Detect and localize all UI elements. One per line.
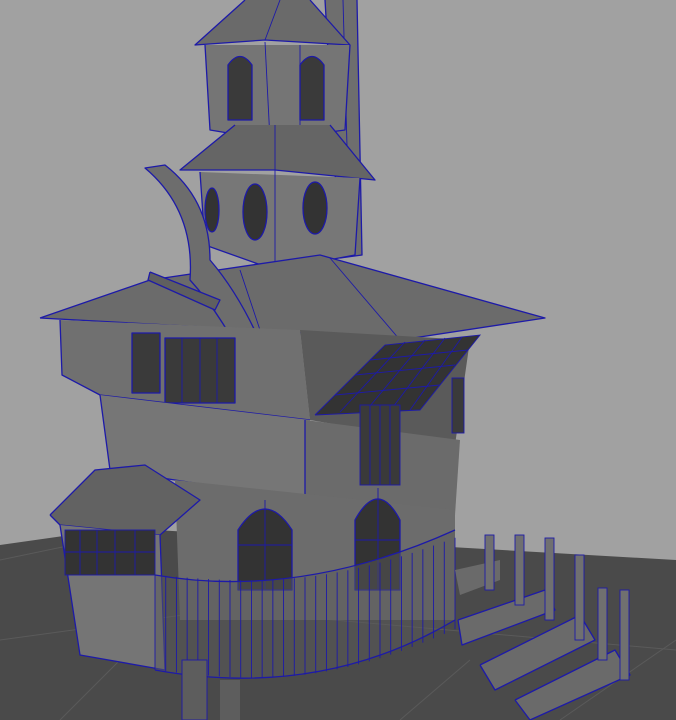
tree-house-model-wireframe-shaded[interactable] (0, 0, 676, 720)
stair-post (514, 534, 525, 606)
stair-post (597, 587, 608, 661)
3d-viewport[interactable] (0, 0, 676, 720)
stair-post (484, 534, 495, 591)
stair-post (619, 589, 630, 681)
stair-post (544, 537, 555, 621)
top-turret (194, 0, 351, 141)
stair-post (574, 554, 585, 641)
